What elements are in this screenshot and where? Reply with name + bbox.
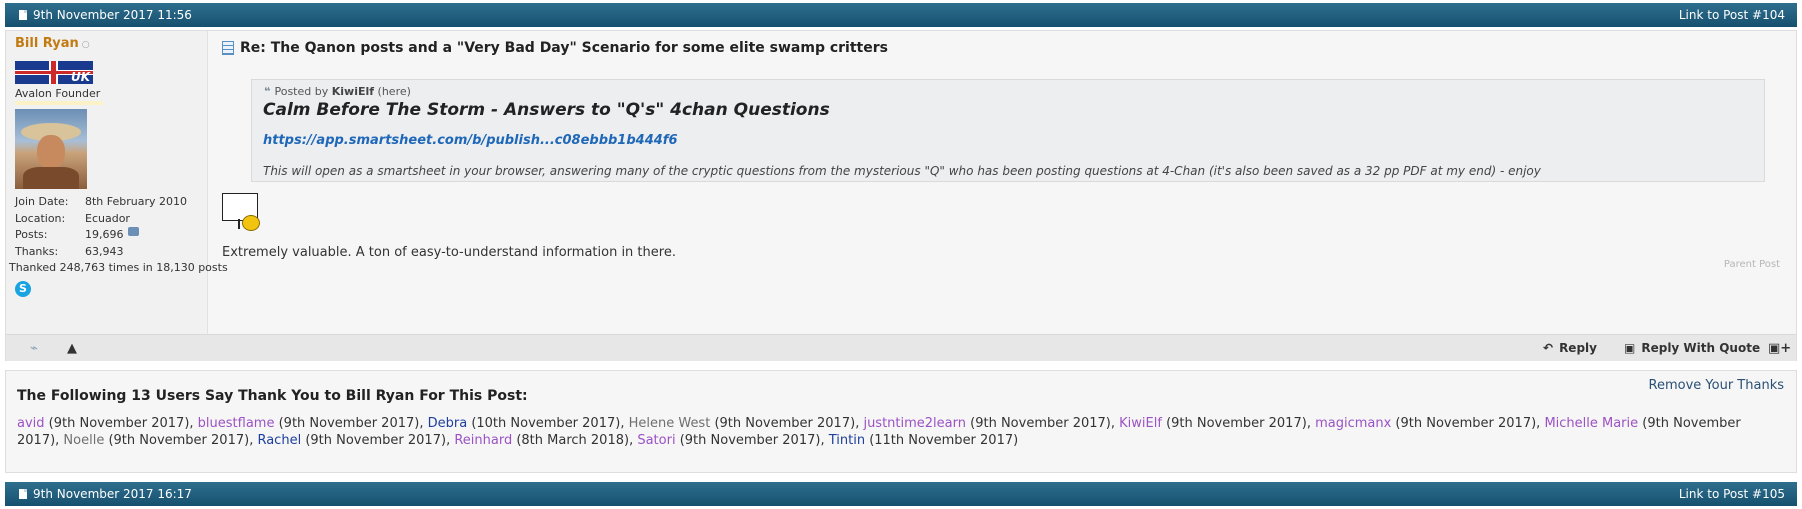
separator: , — [820, 433, 829, 448]
quote-source-link[interactable]: (here) — [378, 85, 411, 98]
post-date: 9th November 2017 11:56 — [33, 8, 192, 22]
quote-header: ❝ Posted by KiwiElf (here) — [264, 85, 411, 98]
post-header-bar: 9th November 2017 16:17 Link to Post #10… — [5, 482, 1797, 506]
user-info-panel: Bill Ryan ○ UK Avalon Founder Join Date: 8… — [6, 31, 228, 334]
post-date: 9th November 2017 16:17 — [33, 487, 192, 501]
quote-author: KiwiElf — [331, 85, 375, 98]
thanks-date: (10th November 2017) — [467, 416, 621, 431]
stat-label: Thanks: — [15, 244, 59, 258]
multi-quote-icon[interactable]: ▣+ — [1768, 341, 1791, 356]
thanks-date: (11th November 2017) — [865, 433, 1019, 448]
thanks-user-link[interactable]: Reinhard — [454, 433, 512, 448]
thanks-date: (9th November 2017) — [44, 416, 190, 431]
separator: , — [1110, 416, 1120, 431]
stat-value: 63,943 — [85, 244, 124, 258]
separator: , — [419, 416, 428, 431]
thanks-date: (9th November 2017) — [675, 433, 821, 448]
thanks-user-link[interactable]: Rachel — [257, 433, 301, 448]
reply-button[interactable]: ↶ Reply — [1543, 341, 1597, 355]
reply-with-quote-button[interactable]: ▣ Reply With Quote — [1624, 341, 1760, 355]
thanks-user-link[interactable]: Michelle Marie — [1544, 416, 1638, 431]
flag-label: UK — [70, 70, 90, 84]
thanks-date: (9th November 2017) — [301, 433, 447, 448]
tag-icon[interactable]: ⌁ — [30, 341, 38, 356]
thanks-date: (9th November 2017) — [104, 433, 250, 448]
thanks-user-link[interactable]: Noelle — [63, 433, 104, 448]
thanks-user-link[interactable]: Tintin — [829, 433, 865, 448]
separator: , — [620, 416, 629, 431]
thanks-user-link[interactable]: Debra — [428, 416, 468, 431]
thanked-count: Thanked 248,763 times in 18,130 posts — [9, 261, 228, 274]
stat-value: 8th February 2010 — [85, 195, 188, 208]
quote-block: ❝ Posted by KiwiElf (here) Calm Before Th… — [251, 79, 1765, 182]
link-to-post[interactable]: Link to Post #105 — [1679, 487, 1785, 501]
post-title-text: Re: The Qanon posts and a "Very Bad Day"… — [240, 40, 888, 56]
post-body: Extremely valuable. A ton of easy-to-und… — [222, 245, 676, 260]
offline-status-icon: ○ — [81, 40, 90, 50]
search-posts-icon[interactable] — [127, 227, 139, 236]
quote-icon: ❝ — [264, 85, 271, 98]
thanks-box: Remove Your Thanks The Following 13 User… — [5, 370, 1797, 473]
quote-title: Calm Before The Storm - Answers to "Q's"… — [263, 100, 830, 120]
link-to-post[interactable]: Link to Post #104 — [1679, 8, 1785, 22]
thanks-date: (8th March 2018) — [512, 433, 630, 448]
document-icon — [19, 10, 27, 20]
post-header-bar: 9th November 2017 11:56 Link to Post #10… — [5, 3, 1797, 27]
quote-link[interactable]: https://app.smartsheet.com/b/publish...c… — [263, 133, 678, 148]
skype-icon[interactable]: S — [15, 281, 31, 297]
post-icon — [222, 41, 234, 55]
post: Bill Ryan ○ UK Avalon Founder Join Date: 8… — [5, 30, 1797, 361]
remove-thanks-link[interactable]: Remove Your Thanks — [1649, 378, 1784, 393]
thanks-user-link[interactable]: avid — [17, 416, 45, 431]
thanks-heading: The Following 13 Users Say Thank You to … — [17, 388, 528, 404]
document-icon — [19, 489, 27, 499]
post-title: Re: The Qanon posts and a "Very Bad Day"… — [222, 40, 888, 56]
separator: , — [189, 416, 198, 431]
rank-bar — [15, 101, 103, 105]
quote-text: This will open as a smartsheet in your b… — [263, 164, 1541, 178]
parent-post-link[interactable]: Parent Post — [1724, 259, 1780, 270]
stat-label: Join Date: — [15, 195, 69, 208]
thanks-user-link[interactable]: Helene West — [629, 416, 711, 431]
thanks-user-list: avid (9th November 2017), bluestflame (9… — [17, 415, 1777, 449]
reply-icon: ↶ — [1543, 341, 1554, 355]
uk-flag-icon: UK — [15, 61, 93, 84]
stat-value: 19,696 — [85, 228, 124, 241]
thanks-date: (9th November 2017) — [710, 416, 856, 431]
thanks-user-link[interactable]: justntime2learn — [863, 416, 966, 431]
thanks-user-link[interactable]: bluestflame — [198, 416, 275, 431]
thanks-user-link[interactable]: KiwiElf — [1119, 416, 1162, 431]
post-actions-bar: ⌁ ▲ ↶ Reply ▣ Reply With Quote ▣+ — [6, 334, 1796, 361]
thanks-date: (9th November 2017) — [274, 416, 420, 431]
thanks-date: (9th November 2017) — [966, 416, 1111, 431]
thanks-date: (9th November 2017) — [1391, 416, 1537, 431]
stat-label: Location: — [15, 211, 66, 225]
avatar[interactable] — [15, 109, 87, 189]
separator: , — [1306, 416, 1316, 431]
stat-value: Ecuador — [85, 211, 130, 225]
stat-label: Posts: — [15, 228, 48, 241]
user-stats: Join Date: 8th February 2010 Location: Ecu… — [15, 194, 187, 260]
username-link[interactable]: Bill Ryan ○ — [15, 36, 90, 51]
thanks-date: (9th November 2017) — [1161, 416, 1307, 431]
post-content: Re: The Qanon posts and a "Very Bad Day"… — [222, 31, 1792, 334]
user-rank: Avalon Founder — [15, 87, 101, 100]
thanks-user-link[interactable]: magicmanx — [1315, 416, 1391, 431]
report-icon[interactable]: ▲ — [67, 341, 77, 356]
thanks-user-link[interactable]: Satori — [637, 433, 675, 448]
quote-bubble-icon: ▣ — [1624, 341, 1636, 355]
sign-smiley-icon — [222, 191, 262, 231]
